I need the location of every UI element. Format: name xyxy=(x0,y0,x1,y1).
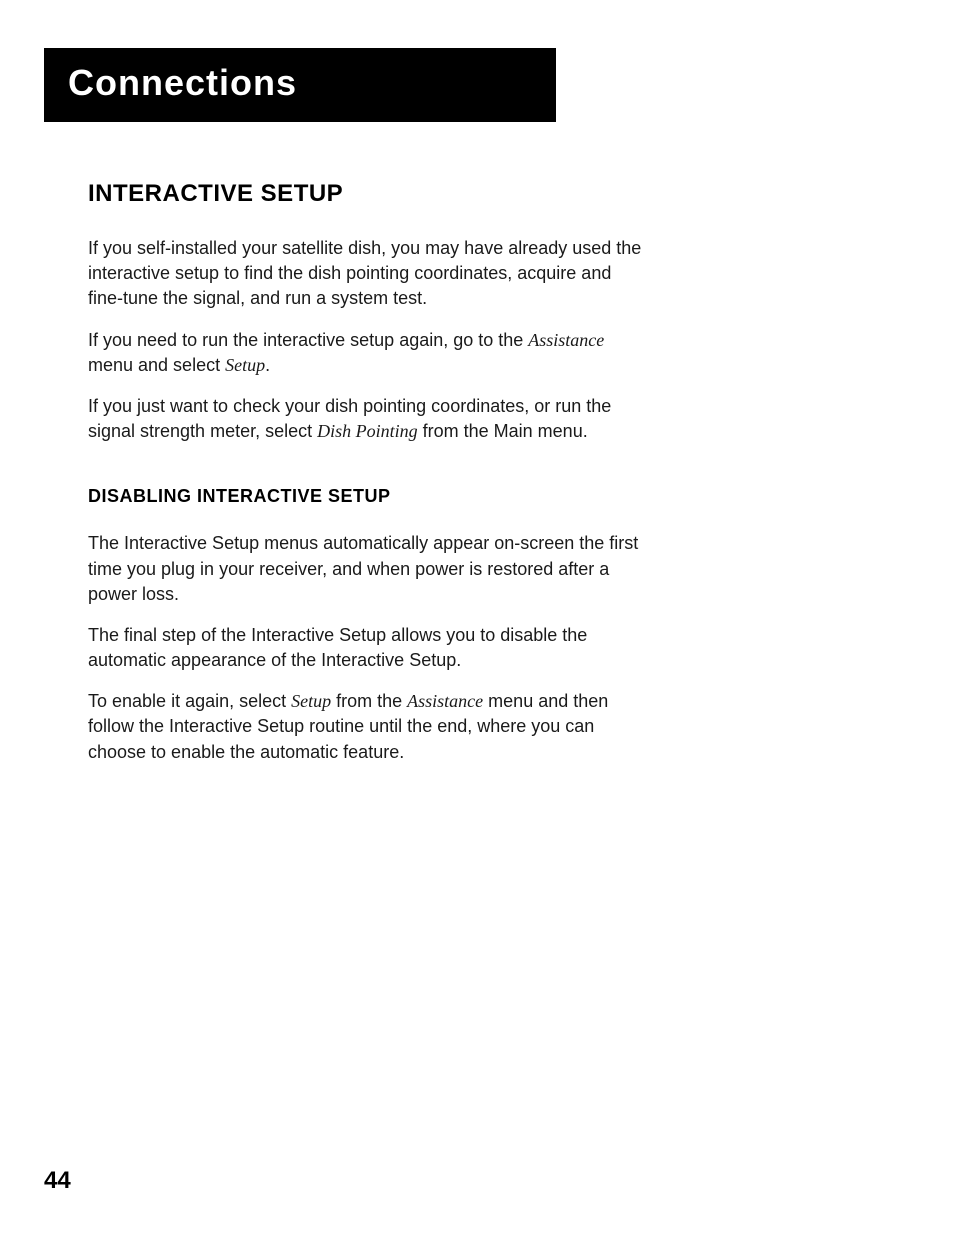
text-run: menu and select xyxy=(88,355,225,375)
chapter-title: Connections xyxy=(68,62,532,104)
page-container: Connections Interactive Setup If you sel… xyxy=(0,0,954,1235)
italic-term: Setup xyxy=(291,691,331,711)
paragraph: If you self-installed your satellite dis… xyxy=(88,236,648,312)
text-run: To enable it again, select xyxy=(88,691,291,711)
section-heading-interactive-setup: Interactive Setup xyxy=(88,180,648,208)
paragraph: The Interactive Setup menus automaticall… xyxy=(88,531,648,607)
chapter-banner: Connections xyxy=(44,48,556,122)
italic-term: Assistance xyxy=(528,330,604,350)
content-area: Interactive Setup If you self-installed … xyxy=(88,180,648,765)
text-run: . xyxy=(265,355,270,375)
text-run: from the Main menu. xyxy=(418,421,588,441)
page-number: 44 xyxy=(44,1167,71,1195)
paragraph: If you just want to check your dish poin… xyxy=(88,394,648,444)
paragraph: To enable it again, select Setup from th… xyxy=(88,689,648,765)
italic-term: Assistance xyxy=(407,691,483,711)
italic-term: Dish Pointing xyxy=(317,421,418,441)
subsection-heading-disabling: Disabling Interactive Setup xyxy=(88,486,648,507)
text-run: If you need to run the interactive setup… xyxy=(88,330,528,350)
text-run: from the xyxy=(331,691,407,711)
italic-term: Setup xyxy=(225,355,265,375)
paragraph: If you need to run the interactive setup… xyxy=(88,328,648,378)
paragraph: The final step of the Interactive Setup … xyxy=(88,623,648,673)
